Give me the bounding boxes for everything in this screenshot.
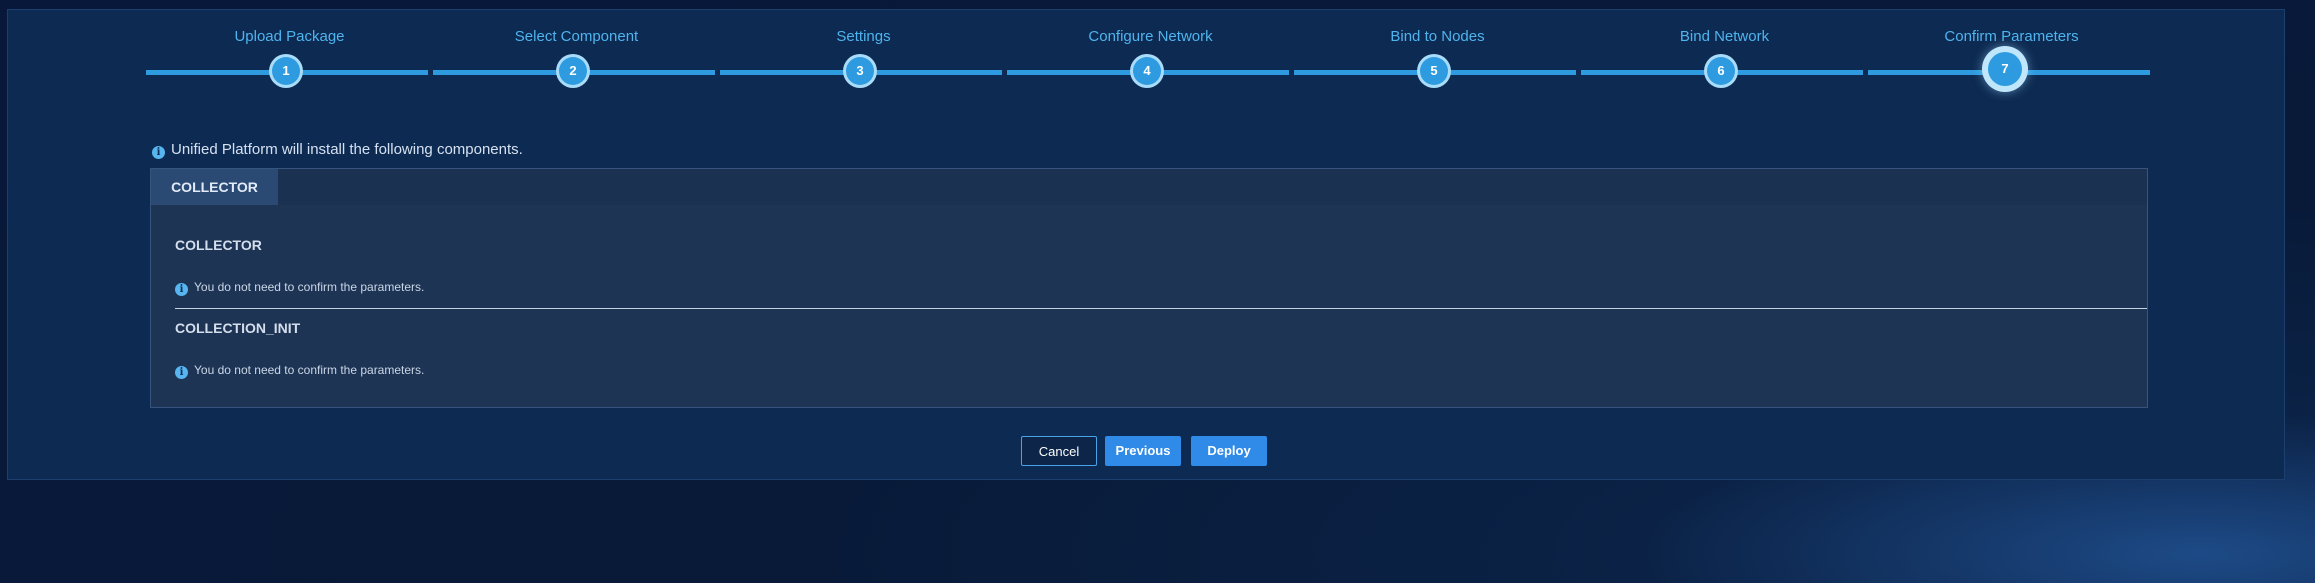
- section-note: i You do not need to confirm the paramete…: [175, 280, 424, 296]
- section-note-text: You do not need to confirm the parameter…: [194, 363, 425, 377]
- wizard-stepper: Upload Package 1 Select Component 2 Sett…: [146, 10, 2160, 100]
- step-upload-package[interactable]: Upload Package 1: [146, 10, 433, 100]
- section-note: i You do not need to confirm the paramete…: [175, 363, 424, 379]
- step-label: Upload Package: [234, 28, 345, 45]
- previous-button[interactable]: Previous: [1105, 436, 1181, 466]
- section-title-collector: COLLECTOR: [175, 237, 262, 253]
- step-number: 4: [1133, 57, 1161, 85]
- step-label: Bind to Nodes: [1390, 28, 1485, 45]
- step-bind-network[interactable]: Bind Network 6: [1581, 10, 1868, 100]
- components-panel: COLLECTOR COLLECTOR i You do not need to …: [150, 168, 2148, 408]
- section-note-text: You do not need to confirm the parameter…: [194, 280, 425, 294]
- step-label: Bind Network: [1679, 28, 1770, 45]
- step-label: Select Component: [514, 28, 639, 45]
- install-info-message: i Unified Platform will install the follo…: [152, 141, 523, 159]
- step-number: 3: [846, 57, 874, 85]
- step-settings[interactable]: Settings 3: [720, 10, 1007, 100]
- install-info-text: Unified Platform will install the follow…: [171, 141, 523, 158]
- tab-collector[interactable]: COLLECTOR: [151, 169, 278, 205]
- step-number-active: 7: [1988, 52, 2022, 86]
- step-configure-network[interactable]: Configure Network 4: [1007, 10, 1294, 100]
- step-select-component[interactable]: Select Component 2: [433, 10, 720, 100]
- step-label: Settings: [836, 28, 891, 45]
- cancel-button[interactable]: Cancel: [1021, 436, 1097, 466]
- step-number: 2: [559, 57, 587, 85]
- step-label: Confirm Parameters: [1944, 28, 2079, 45]
- step-confirm-parameters[interactable]: Confirm Parameters 7: [1868, 10, 2155, 100]
- section-title-collection-init: COLLECTION_INIT: [175, 320, 301, 336]
- step-number: 1: [272, 57, 300, 85]
- step-bind-to-nodes[interactable]: Bind to Nodes 5: [1294, 10, 1581, 100]
- component-tabstrip: [151, 169, 2147, 205]
- step-number: 6: [1707, 57, 1735, 85]
- step-number: 5: [1420, 57, 1448, 85]
- wizard-panel: Upload Package 1 Select Component 2 Sett…: [7, 9, 2285, 480]
- info-icon: i: [175, 283, 188, 296]
- info-icon: i: [152, 146, 165, 159]
- step-label: Configure Network: [1088, 28, 1213, 45]
- section-divider: [175, 308, 2147, 309]
- deploy-button[interactable]: Deploy: [1191, 436, 1267, 466]
- info-icon: i: [175, 366, 188, 379]
